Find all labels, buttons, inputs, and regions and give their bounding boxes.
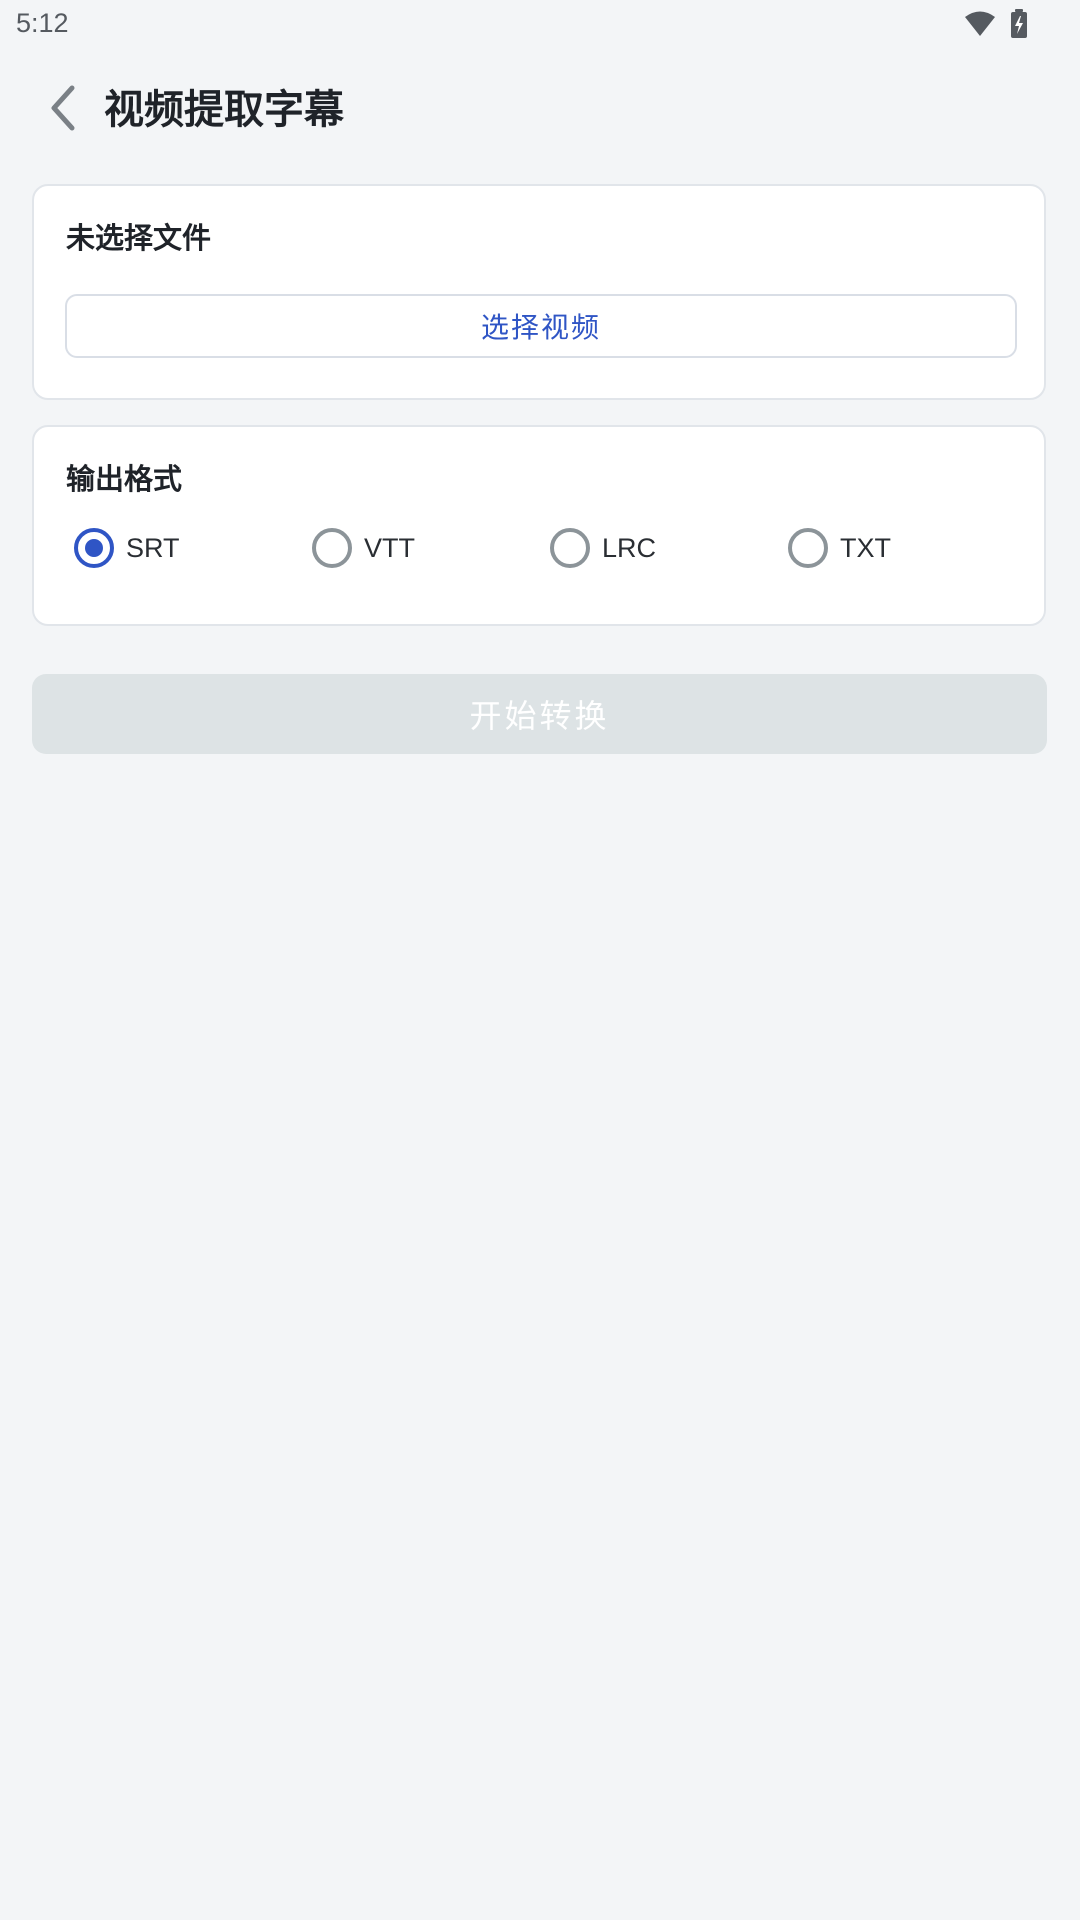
radio-button[interactable]	[550, 528, 590, 568]
format-option-label: SRT	[126, 532, 180, 563]
format-option-txt[interactable]: TXT	[788, 525, 891, 571]
app-header: 视频提取字幕	[0, 60, 1080, 156]
wifi-icon	[964, 10, 996, 42]
chevron-left-icon	[48, 84, 78, 136]
format-option-srt[interactable]: SRT	[74, 525, 180, 571]
battery-charging-icon	[1010, 9, 1028, 43]
radio-button[interactable]	[788, 528, 828, 568]
page-title: 视频提取字幕	[104, 87, 344, 133]
format-option-label: TXT	[840, 532, 891, 563]
file-status-text: 未选择文件	[66, 221, 212, 255]
start-conversion-button[interactable]: 开始转换	[32, 674, 1047, 754]
output-format-card: 输出格式 SRT VTT LRC TXT	[32, 425, 1046, 626]
format-option-lrc[interactable]: LRC	[550, 525, 656, 571]
radio-button-selected[interactable]	[74, 528, 114, 568]
output-format-title: 输出格式	[66, 462, 183, 496]
status-icons	[964, 9, 1028, 43]
select-video-button[interactable]: 选择视频	[65, 294, 1017, 358]
status-time: 5:12	[16, 8, 69, 38]
file-selection-card: 未选择文件 选择视频	[32, 184, 1046, 400]
format-option-vtt[interactable]: VTT	[312, 525, 415, 571]
format-radio-group: SRT VTT LRC TXT	[74, 525, 1034, 571]
radio-button[interactable]	[312, 528, 352, 568]
status-bar: 5:12	[0, 0, 1080, 50]
format-option-label: VTT	[364, 532, 415, 563]
format-option-label: LRC	[602, 532, 657, 563]
back-button[interactable]	[38, 82, 88, 138]
